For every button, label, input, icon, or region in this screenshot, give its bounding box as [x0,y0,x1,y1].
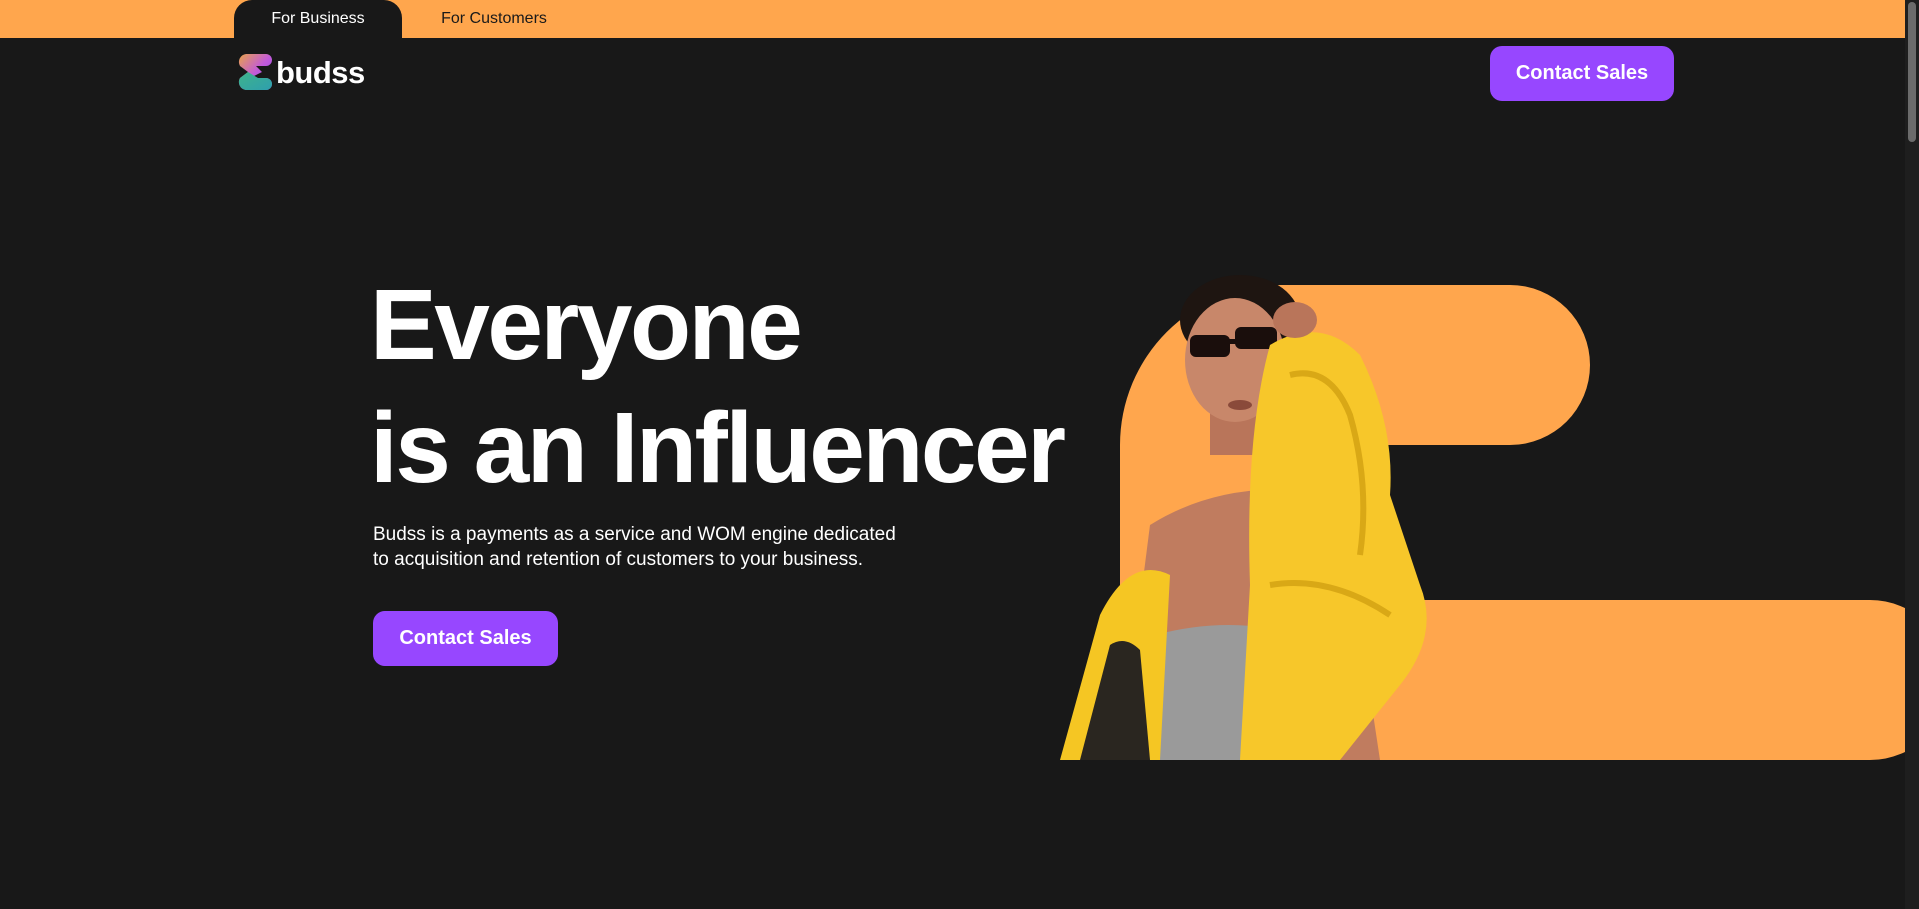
nav-contact-sales-button[interactable]: Contact Sales [1490,46,1674,101]
scrollbar-thumb[interactable] [1908,2,1916,142]
hero-description-line1: Budss is a payments as a service and WOM… [373,524,896,545]
audience-bar: For Business For Customers [0,0,1919,38]
hero-description-line2: to acquisition and retention of customer… [373,549,864,570]
tab-for-business[interactable]: For Business [234,0,402,38]
logo-wordmark: budss [276,55,365,90]
tab-for-customers[interactable]: For Customers [402,0,586,38]
hero-headline-line2: is an Influencer [370,392,1066,504]
hero-headline-line1: Everyone [370,269,803,381]
logo[interactable]: budss [236,52,365,94]
hero-illustration [1060,275,1910,760]
budss-logo-icon [238,54,272,90]
hero-contact-sales-button[interactable]: Contact Sales [373,611,558,666]
page-scrollbar[interactable] [1905,0,1919,909]
